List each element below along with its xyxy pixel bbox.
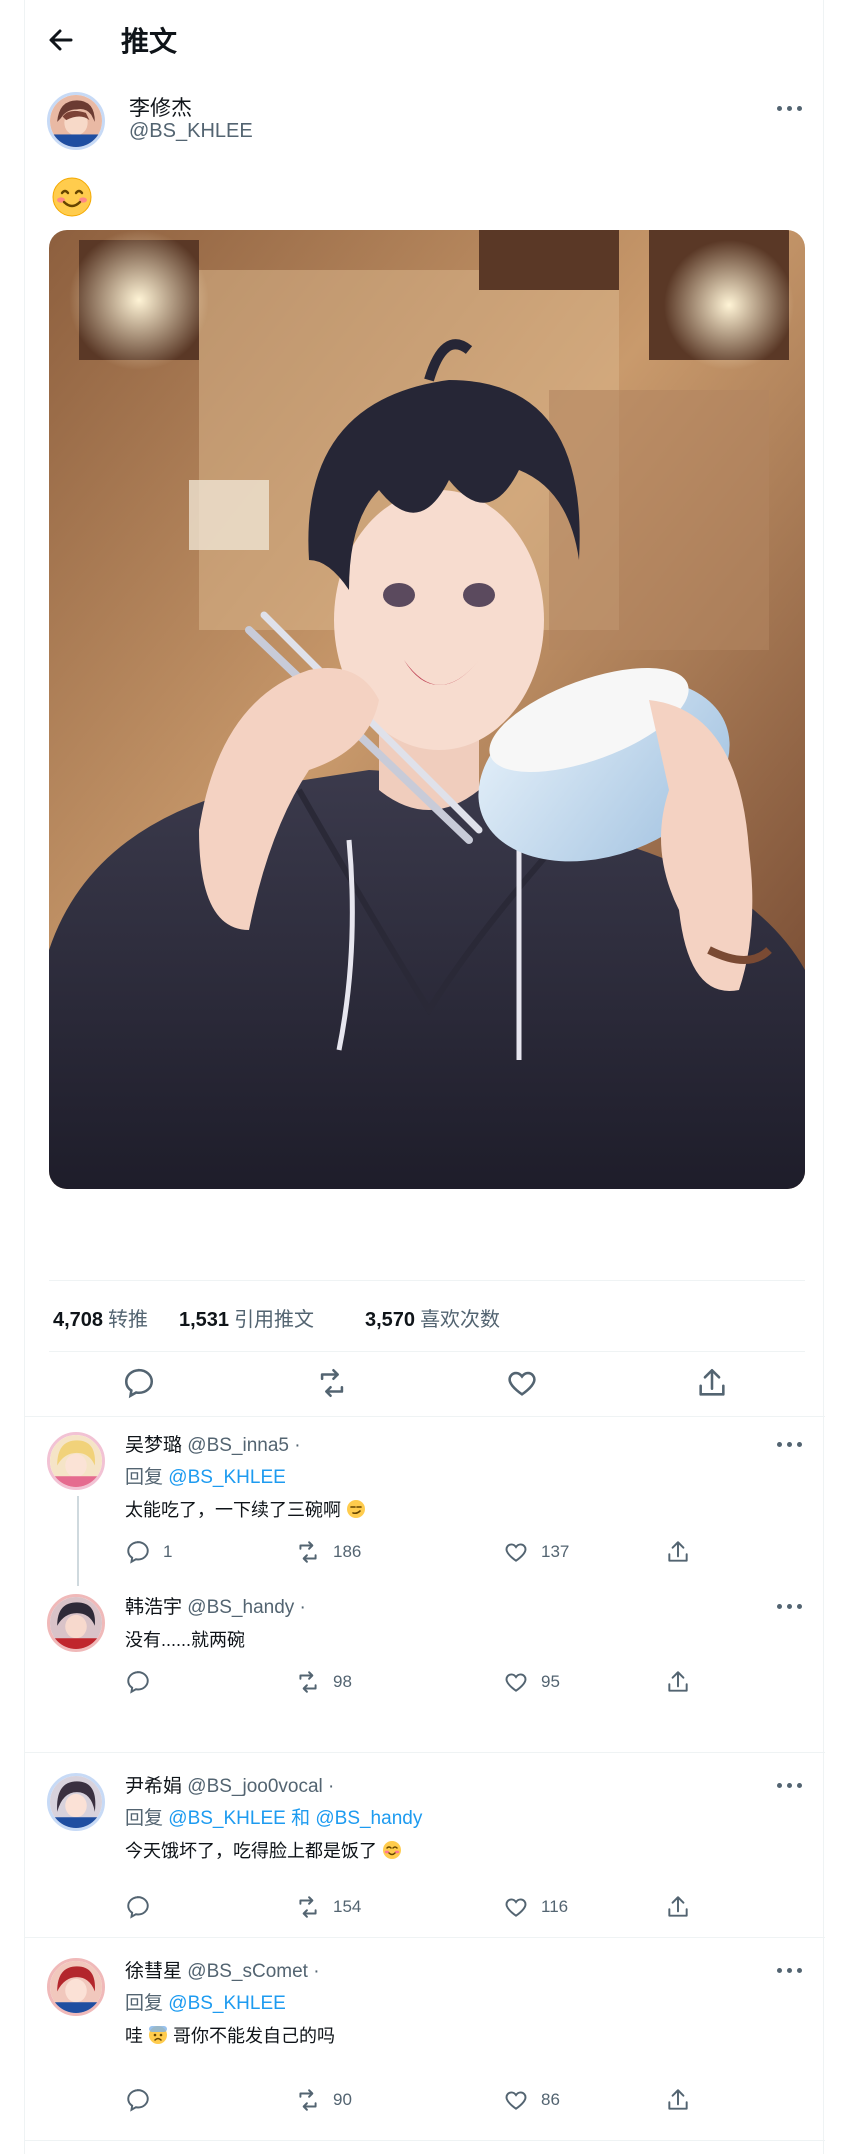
- reply-author-handle[interactable]: @BS_sComet ·: [187, 1961, 319, 1982]
- retweets-stat[interactable]: 4,708 转推: [53, 1303, 148, 1332]
- more-options-icon[interactable]: [777, 1960, 805, 1980]
- share-button[interactable]: [665, 1538, 691, 1566]
- avatar[interactable]: [47, 1594, 105, 1652]
- more-options-icon[interactable]: [777, 1775, 805, 1795]
- like-button[interactable]: 86: [503, 2086, 560, 2114]
- tweet-action-bar: [25, 1352, 825, 1417]
- likes-stat[interactable]: 3,570 喜欢次数: [365, 1303, 500, 1332]
- timeline-column: 推文 李修杰 @BS_KHLEE 4,708 转推 1,531 引用推文 3,5…: [24, 0, 825, 2154]
- top-bar: 推文: [25, 0, 825, 80]
- author-name[interactable]: 李修杰: [129, 92, 192, 122]
- back-arrow-icon[interactable]: [43, 22, 79, 58]
- retweet-button[interactable]: 98: [295, 1668, 352, 1696]
- avatar[interactable]: [47, 1958, 105, 2016]
- sad-sweat-face-icon: [148, 2025, 168, 2050]
- retweet-button[interactable]: 90: [295, 2086, 352, 2114]
- more-options-icon[interactable]: [777, 98, 805, 118]
- blushing-face-icon: [382, 1840, 402, 1865]
- reply-text: 没有......就两碗: [125, 1630, 246, 1650]
- smirking-face-icon: [346, 1499, 366, 1524]
- retweet-button[interactable]: 154: [295, 1893, 361, 1921]
- reply-prefix: 回复: [125, 1808, 164, 1829]
- share-button[interactable]: [665, 1893, 691, 1921]
- share-button[interactable]: [665, 1668, 691, 1696]
- like-button[interactable]: 95: [503, 1668, 560, 1696]
- reply-author-handle[interactable]: @BS_inna5 ·: [187, 1435, 300, 1456]
- reply-mention-link[interactable]: @BS_KHLEE 和 @BS_handy: [168, 1808, 422, 1829]
- retweet-count: 98: [333, 1672, 352, 1691]
- quotes-stat[interactable]: 1,531 引用推文: [179, 1303, 314, 1332]
- reply-tweet[interactable]: 吴梦璐 @BS_inna5 · 回复 @BS_KHLEE 太能吃了，一下续了三碗…: [25, 1416, 825, 1586]
- reply-author-name[interactable]: 徐彗星: [125, 1961, 182, 1982]
- more-options-icon[interactable]: [777, 1596, 805, 1616]
- reply-icon[interactable]: [122, 1366, 156, 1400]
- retweet-icon[interactable]: [315, 1366, 349, 1400]
- smiling-face-icon: [51, 176, 93, 218]
- retweet-count: 154: [333, 1897, 362, 1916]
- reply-text: 太能吃了，一下续了三碗啊: [125, 1500, 341, 1520]
- reply-button[interactable]: [125, 1893, 151, 1921]
- divider: [25, 2140, 825, 2141]
- author-handle[interactable]: @BS_KHLEE: [129, 120, 253, 143]
- reply-mention-link[interactable]: @BS_KHLEE: [168, 1993, 286, 2014]
- retweet-count: 186: [333, 1542, 362, 1561]
- like-button[interactable]: 116: [503, 1893, 568, 1921]
- reply-tweet[interactable]: 徐彗星 @BS_sComet · 回复 @BS_KHLEE 哇 哥你不能发自己的…: [25, 1938, 825, 2138]
- reply-text: 今天饿坏了，吃得脸上都是饭了: [125, 1841, 377, 1861]
- like-button[interactable]: 137: [503, 1538, 569, 1566]
- reply-author-name[interactable]: 吴梦璐: [125, 1435, 182, 1456]
- reply-author-handle[interactable]: @BS_handy ·: [187, 1597, 306, 1618]
- like-count: 95: [541, 1672, 560, 1691]
- reply-button[interactable]: [125, 1668, 151, 1696]
- reply-button[interactable]: [125, 2086, 151, 2114]
- reply-text-end: 哥你不能发自己的吗: [173, 2026, 336, 2046]
- like-count: 116: [541, 1897, 569, 1916]
- avatar[interactable]: [47, 1773, 105, 1831]
- like-count: 86: [541, 2090, 560, 2109]
- reply-tweet[interactable]: 韩浩宇 @BS_handy · 没有......就两碗 98 95: [25, 1586, 825, 1750]
- reply-tweet[interactable]: 尹希娟 @BS_joo0vocal · 回复 @BS_KHLEE 和 @BS_h…: [25, 1753, 825, 1936]
- like-icon[interactable]: [505, 1366, 539, 1400]
- reply-prefix: 回复: [125, 1467, 164, 1488]
- thread-connector: [77, 1496, 79, 1586]
- reply-count: 1: [163, 1542, 173, 1561]
- reply-author-handle[interactable]: @BS_joo0vocal ·: [187, 1776, 334, 1797]
- reply-button[interactable]: 1: [125, 1538, 172, 1566]
- reply-mention-link[interactable]: @BS_KHLEE: [168, 1467, 286, 1488]
- share-icon[interactable]: [695, 1366, 729, 1400]
- reply-prefix: 回复: [125, 1993, 164, 2014]
- retweet-button[interactable]: 186: [295, 1538, 361, 1566]
- reply-author-name[interactable]: 尹希娟: [125, 1776, 182, 1797]
- page-title: 推文: [121, 26, 178, 57]
- reply-text-start: 哇: [125, 2026, 143, 2046]
- avatar[interactable]: [47, 92, 105, 150]
- like-count: 137: [541, 1542, 570, 1561]
- more-options-icon[interactable]: [777, 1434, 805, 1454]
- share-button[interactable]: [665, 2086, 691, 2114]
- tweet-image[interactable]: [49, 230, 805, 1189]
- engagement-stats: 4,708 转推 1,531 引用推文 3,570 喜欢次数: [49, 1280, 805, 1352]
- avatar[interactable]: [47, 1432, 105, 1490]
- retweet-count: 90: [333, 2090, 352, 2109]
- reply-author-name[interactable]: 韩浩宇: [125, 1597, 182, 1618]
